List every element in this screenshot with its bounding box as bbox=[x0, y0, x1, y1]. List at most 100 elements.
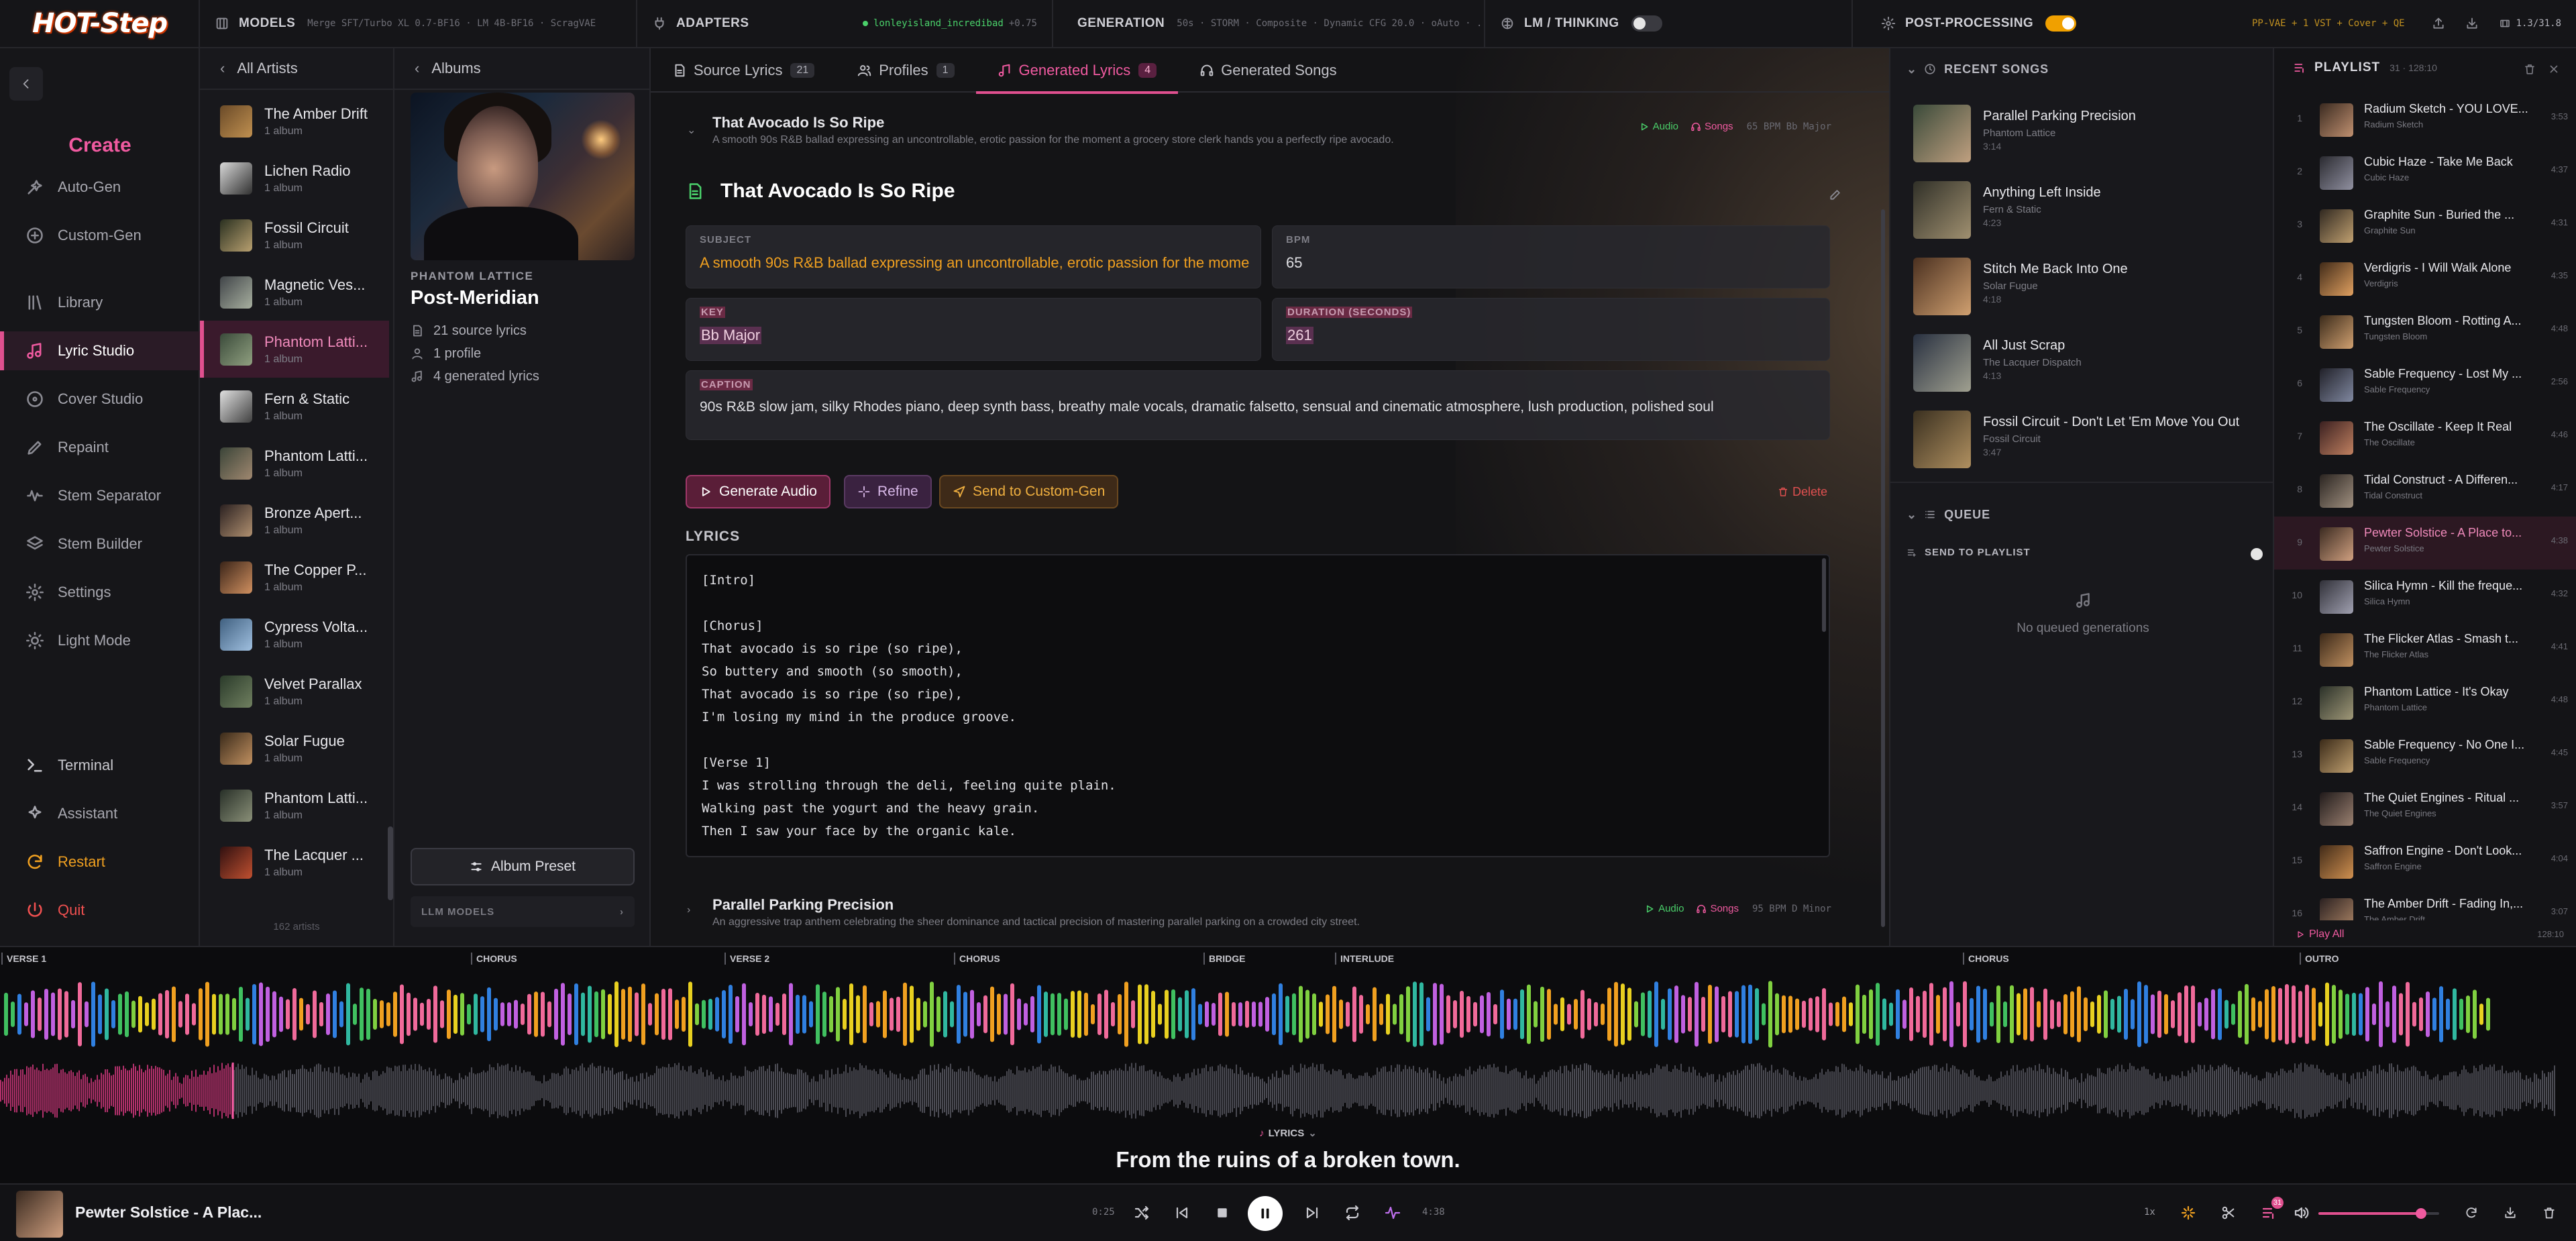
nav-stem-separator[interactable]: Stem Separator bbox=[0, 476, 200, 515]
playlist-item[interactable]: 2 Cubic Haze - Take Me Back Cubic Haze 4:37 bbox=[2274, 146, 2576, 199]
lm-thinking-section[interactable]: LM / THINKING bbox=[1485, 0, 1853, 48]
audio-badge[interactable]: Audio bbox=[1644, 903, 1684, 914]
artist-item[interactable]: The Amber Drift 1 album bbox=[200, 93, 389, 150]
section-marker[interactable]: INTERLUDE bbox=[1335, 953, 1394, 965]
playlist-item[interactable]: 14 The Quiet Engines - Ritual ... The Quie… bbox=[2274, 781, 2576, 834]
play-pause-button[interactable] bbox=[1248, 1196, 1283, 1231]
playhead[interactable] bbox=[231, 1063, 234, 1119]
lyric-row[interactable]: ⌄ That Avocado Is So Ripe A smooth 90s R… bbox=[678, 107, 1831, 156]
songs-badge[interactable]: Songs bbox=[1696, 903, 1739, 914]
playlist-item[interactable]: 8 Tidal Construct - A Differen... Tidal Co… bbox=[2274, 464, 2576, 517]
playlist-item[interactable]: 1 Radium Sketch - YOU LOVE... Radium Sketc… bbox=[2274, 93, 2576, 146]
section-marker[interactable]: OUTRO bbox=[2300, 953, 2339, 965]
bpm-field[interactable]: BPM 65 bbox=[1272, 225, 1830, 288]
playlist-item[interactable]: 11 The Flicker Atlas - Smash t... The Flic… bbox=[2274, 623, 2576, 676]
visualizer-button[interactable] bbox=[1379, 1199, 1406, 1226]
tab-generated-songs[interactable]: Generated Songs bbox=[1178, 48, 1358, 93]
download-icon[interactable] bbox=[2465, 17, 2479, 30]
playlist-item[interactable]: 9 Pewter Solstice - A Place to... Pewter S… bbox=[2274, 517, 2576, 570]
play-all-button[interactable]: Play All bbox=[2296, 928, 2344, 940]
recent-song-item[interactable]: Fossil Circuit - Don't Let 'Em Move You … bbox=[1913, 411, 2262, 478]
llm-models-button[interactable]: LLM MODELS › bbox=[411, 896, 635, 927]
nav-custom-gen[interactable]: Custom-Gen bbox=[0, 216, 200, 255]
edit-icon[interactable] bbox=[1829, 188, 1842, 201]
playlist-item[interactable]: 12 Phantom Lattice - It's Okay Phantom Lat… bbox=[2274, 676, 2576, 729]
chevron-down-icon[interactable]: ⌄ bbox=[687, 123, 696, 137]
post-toggle[interactable] bbox=[2045, 15, 2077, 32]
app-logo[interactable]: HOT-Step bbox=[0, 0, 200, 48]
playlist-item[interactable]: 6 Sable Frequency - Lost My ... Sable Freq… bbox=[2274, 358, 2576, 411]
nav-lyric-studio[interactable]: Lyric Studio bbox=[0, 331, 200, 370]
nav-auto-gen[interactable]: Auto-Gen bbox=[0, 168, 200, 207]
nav-light-mode[interactable]: Light Mode bbox=[0, 621, 200, 660]
tab-generated-lyrics[interactable]: Generated Lyrics 4 bbox=[975, 48, 1179, 94]
album-preset-button[interactable]: Album Preset bbox=[411, 848, 635, 885]
section-marker[interactable]: CHORUS bbox=[1963, 953, 2009, 965]
repeat-button[interactable] bbox=[1339, 1199, 1366, 1226]
nav-library[interactable]: Library bbox=[0, 283, 200, 322]
refine-button[interactable]: Refine bbox=[844, 475, 932, 508]
delete-track-button[interactable] bbox=[2536, 1199, 2563, 1226]
duration-field[interactable]: DURATION (SECONDS) 261 bbox=[1272, 298, 1830, 361]
download-button[interactable] bbox=[2497, 1199, 2524, 1226]
spectrum-bars[interactable] bbox=[0, 974, 2576, 1055]
adapter-chip[interactable]: lonleyisland_incredibad +0.75 bbox=[862, 18, 1037, 29]
recent-song-item[interactable]: All Just Scrap The Lacquer Dispatch 4:13 bbox=[1913, 334, 2262, 401]
trash-icon[interactable] bbox=[2524, 63, 2536, 75]
lyric-row[interactable]: › Parallel Parking Precision An aggressi… bbox=[678, 889, 1831, 938]
artist-item[interactable]: Fern & Static 1 album bbox=[200, 378, 389, 435]
songs-badge[interactable]: Songs bbox=[1690, 121, 1733, 132]
recent-song-item[interactable]: Anything Left Inside Fern & Static 4:23 bbox=[1913, 181, 2262, 248]
delete-button[interactable]: Delete bbox=[1778, 475, 1827, 508]
speed-button[interactable]: 1x bbox=[2144, 1207, 2155, 1218]
playlist-item[interactable]: 13 Sable Frequency - No One I... Sable Fre… bbox=[2274, 729, 2576, 781]
section-marker[interactable]: CHORUS bbox=[954, 953, 1000, 965]
shuffle-button[interactable] bbox=[1128, 1199, 1155, 1226]
audio-badge[interactable]: Audio bbox=[1639, 121, 1678, 132]
now-playing-cover[interactable] bbox=[16, 1191, 63, 1238]
artist-item[interactable]: Fossil Circuit 1 album bbox=[200, 207, 389, 264]
cut-button[interactable] bbox=[2215, 1199, 2242, 1226]
volume-slider[interactable] bbox=[2318, 1208, 2439, 1219]
volume-knob[interactable] bbox=[2416, 1208, 2426, 1219]
share-icon[interactable] bbox=[2432, 17, 2445, 30]
nav-settings[interactable]: Settings bbox=[0, 573, 200, 612]
nav-cover-studio[interactable]: Cover Studio bbox=[0, 380, 200, 419]
subject-field[interactable]: SUBJECT A smooth 90s R&B ballad expressi… bbox=[686, 225, 1261, 288]
all-artists-header[interactable]: ‹ All Artists bbox=[200, 48, 393, 90]
section-marker[interactable]: VERSE 1 bbox=[1, 953, 46, 965]
artist-item[interactable]: Lichen Radio 1 album bbox=[200, 150, 389, 207]
queue-header[interactable]: ⌄ QUEUE bbox=[1907, 504, 1990, 525]
center-scrollbar[interactable] bbox=[1881, 209, 1885, 927]
artist-item[interactable]: Phantom Latti... 1 album bbox=[200, 777, 389, 834]
queue-button[interactable]: 31 bbox=[2255, 1197, 2284, 1226]
lyrics-editor[interactable]: [Intro] [Chorus] That avocado is so ripe… bbox=[686, 554, 1830, 857]
section-marker[interactable]: CHORUS bbox=[471, 953, 517, 965]
key-field[interactable]: KEY Bb Major bbox=[686, 298, 1261, 361]
playlist-item[interactable]: 5 Tungsten Bloom - Rotting A... Tungsten B… bbox=[2274, 305, 2576, 358]
caption-field[interactable]: CAPTION 90s R&B slow jam, silky Rhodes p… bbox=[686, 370, 1830, 440]
artist-item[interactable]: Magnetic Ves... 1 album bbox=[200, 264, 389, 321]
lyrics-scrollbar[interactable] bbox=[1822, 558, 1826, 632]
models-section[interactable]: MODELS Merge SFT/Turbo XL 0.7-BF16 · LM … bbox=[200, 0, 637, 48]
waveform-area[interactable]: VERSE 1 CHORUS VERSE 2 CHORUS BRIDGE INTERLUD… bbox=[0, 946, 2576, 1122]
send-to-custom-gen-button[interactable]: Send to Custom-Gen bbox=[939, 475, 1119, 508]
nav-stem-builder[interactable]: Stem Builder bbox=[0, 525, 200, 563]
generate-audio-button[interactable]: Generate Audio bbox=[686, 475, 830, 508]
lm-toggle[interactable] bbox=[1631, 15, 1662, 32]
artist-item[interactable]: Solar Fugue 1 album bbox=[200, 720, 389, 777]
chevron-right-icon[interactable]: › bbox=[687, 904, 690, 916]
playlist-item[interactable]: 4 Verdigris - I Will Walk Alone Verdigris 4… bbox=[2274, 252, 2576, 305]
tab-profiles[interactable]: Profiles 1 bbox=[836, 48, 975, 93]
artist-item[interactable]: Velvet Parallax 1 album bbox=[200, 663, 389, 720]
recent-song-item[interactable]: Stitch Me Back Into One Solar Fugue 4:18 bbox=[1913, 258, 2262, 325]
post-processing-section[interactable]: POST-PROCESSING PP-VAE + 1 VST + Cover +… bbox=[1853, 0, 2576, 48]
tab-source-lyrics[interactable]: Source Lyrics 21 bbox=[651, 48, 836, 93]
artist-item[interactable]: Cypress Volta... 1 album bbox=[200, 606, 389, 663]
section-marker[interactable]: BRIDGE bbox=[1203, 953, 1245, 965]
loop-button[interactable] bbox=[2458, 1199, 2485, 1226]
effects-button[interactable] bbox=[2175, 1199, 2202, 1226]
artist-item[interactable]: The Lacquer ... 1 album bbox=[200, 834, 389, 891]
artist-item[interactable]: Phantom Latti... 1 album bbox=[200, 321, 389, 378]
previous-button[interactable] bbox=[1169, 1199, 1195, 1226]
